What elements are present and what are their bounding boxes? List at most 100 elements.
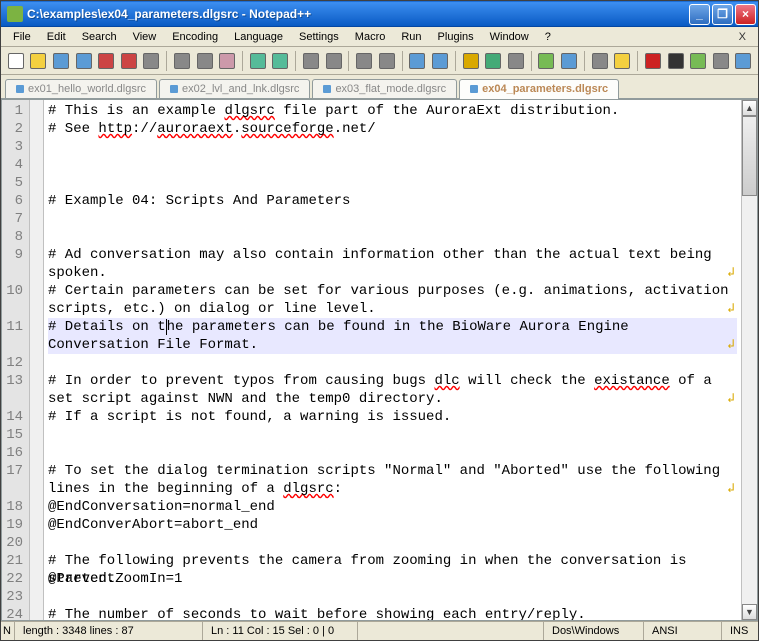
macro-multi-button[interactable] (710, 50, 732, 72)
status-encoding[interactable]: ANSI (644, 622, 722, 640)
menu-encoding[interactable]: Encoding (164, 29, 226, 45)
func-list-button[interactable] (589, 50, 611, 72)
close-button[interactable] (95, 50, 117, 72)
scroll-down-button[interactable]: ▼ (742, 604, 757, 620)
menubar: File Edit Search View Encoding Language … (1, 27, 758, 47)
wordwrap-button[interactable] (460, 50, 482, 72)
sync-h-button[interactable] (429, 50, 451, 72)
code-line[interactable]: @EndConverAbort=abort_end (48, 516, 737, 534)
line-number: 3 (2, 138, 23, 156)
status-eol[interactable]: Dos\Windows (544, 622, 644, 640)
code-line[interactable]: # This is an example dlgsrc file part of… (48, 102, 737, 120)
minimize-button[interactable]: _ (689, 4, 710, 25)
menu-run[interactable]: Run (393, 29, 429, 45)
indent-guide-button[interactable] (505, 50, 527, 72)
save-all-button[interactable] (73, 50, 95, 72)
line-number: 15 (2, 426, 23, 444)
scroll-thumb[interactable] (742, 116, 757, 196)
code-line[interactable] (48, 156, 737, 174)
line-number: 14 (2, 408, 23, 426)
maximize-button[interactable]: ❐ (712, 4, 733, 25)
tab-ex04_parameters-dlgsrc[interactable]: ex04_parameters.dlgsrc (459, 79, 619, 99)
code-line[interactable]: # In order to prevent typos from causing… (48, 372, 737, 408)
menu-language[interactable]: Language (226, 29, 291, 45)
close-button[interactable]: × (735, 4, 756, 25)
open-file-button[interactable] (28, 50, 50, 72)
cut-button[interactable] (171, 50, 193, 72)
menu-macro[interactable]: Macro (347, 29, 394, 45)
macro-play-button[interactable] (687, 50, 709, 72)
file-icon (16, 85, 24, 93)
app-icon (7, 6, 23, 22)
code-line[interactable]: @PreventZoomIn=1 (48, 570, 737, 588)
macro-multi-icon (713, 53, 729, 69)
close-all-button[interactable] (118, 50, 140, 72)
status-grip: N (1, 622, 15, 640)
code-line[interactable] (48, 426, 737, 444)
sync-v-icon (409, 53, 425, 69)
status-insert-mode[interactable]: INS (722, 622, 758, 640)
replace-button[interactable] (323, 50, 345, 72)
code-line[interactable] (48, 588, 737, 606)
tab-ex02_lvl_and_lnk-dlgsrc[interactable]: ex02_lvl_and_lnk.dlgsrc (159, 79, 310, 98)
allchars-button[interactable] (482, 50, 504, 72)
code-line[interactable]: @EndConversation=normal_end (48, 498, 737, 516)
undo-button[interactable] (247, 50, 269, 72)
code-line[interactable]: # The number of seconds to wait before s… (48, 606, 737, 620)
code-line[interactable]: # Example 04: Scripts And Parameters (48, 192, 737, 210)
zoom-out-button[interactable] (376, 50, 398, 72)
wrap-arrow-icon: ↲ (727, 390, 735, 408)
code-line[interactable] (48, 174, 737, 192)
code-line[interactable]: # Certain parameters can be set for vari… (48, 282, 737, 318)
code-line[interactable]: # If a script is not found, a warning is… (48, 408, 737, 426)
print-button[interactable] (141, 50, 163, 72)
doc-map-button[interactable] (558, 50, 580, 72)
code-editor[interactable]: # This is an example dlgsrc file part of… (44, 100, 741, 620)
save-button[interactable] (50, 50, 72, 72)
toolbar-separator (348, 51, 349, 71)
scroll-track[interactable] (742, 196, 757, 604)
menu-plugins[interactable]: Plugins (430, 29, 482, 45)
code-line[interactable]: # The following prevents the camera from… (48, 552, 737, 570)
code-line[interactable] (48, 444, 737, 462)
line-number: 13 (2, 372, 23, 390)
scroll-up-button[interactable]: ▲ (742, 100, 757, 116)
code-line[interactable] (48, 138, 737, 156)
editor-area: 123456789101112131415161718192021222324 … (1, 99, 758, 621)
menu-view[interactable]: View (125, 29, 165, 45)
sync-v-button[interactable] (407, 50, 429, 72)
lang-button[interactable] (536, 50, 558, 72)
code-line[interactable] (48, 210, 737, 228)
code-line[interactable] (48, 354, 737, 372)
redo-button[interactable] (270, 50, 292, 72)
code-line[interactable] (48, 228, 737, 246)
fold-margin[interactable] (30, 100, 44, 620)
folder-button[interactable] (612, 50, 634, 72)
tab-ex01_hello_world-dlgsrc[interactable]: ex01_hello_world.dlgsrc (5, 79, 157, 98)
macro-save-button[interactable] (733, 50, 755, 72)
code-line[interactable]: # Ad conversation may also contain infor… (48, 246, 737, 282)
menu-close-doc[interactable]: X (731, 29, 754, 45)
find-button[interactable] (300, 50, 322, 72)
code-line[interactable]: # To set the dialog termination scripts … (48, 462, 737, 498)
tab-ex03_flat_mode-dlgsrc[interactable]: ex03_flat_mode.dlgsrc (312, 79, 457, 98)
code-line[interactable] (48, 534, 737, 552)
code-line[interactable]: # See http://auroraext.sourceforge.net/ (48, 120, 737, 138)
paste-button[interactable] (216, 50, 238, 72)
status-length: length : 3348 lines : 87 (15, 622, 203, 640)
code-line[interactable]: # Details on the parameters can be found… (48, 318, 737, 354)
menu-file[interactable]: File (5, 29, 39, 45)
zoom-in-button[interactable] (353, 50, 375, 72)
menu-help[interactable]: ? (537, 29, 559, 45)
menu-window[interactable]: Window (482, 29, 537, 45)
macro-stop-button[interactable] (665, 50, 687, 72)
new-file-button[interactable] (5, 50, 27, 72)
menu-settings[interactable]: Settings (291, 29, 347, 45)
copy-button[interactable] (194, 50, 216, 72)
vertical-scrollbar[interactable]: ▲ ▼ (741, 100, 757, 620)
open-file-icon (30, 53, 46, 69)
macro-record-button[interactable] (642, 50, 664, 72)
menu-edit[interactable]: Edit (39, 29, 74, 45)
menu-search[interactable]: Search (74, 29, 125, 45)
line-number: 5 (2, 174, 23, 192)
